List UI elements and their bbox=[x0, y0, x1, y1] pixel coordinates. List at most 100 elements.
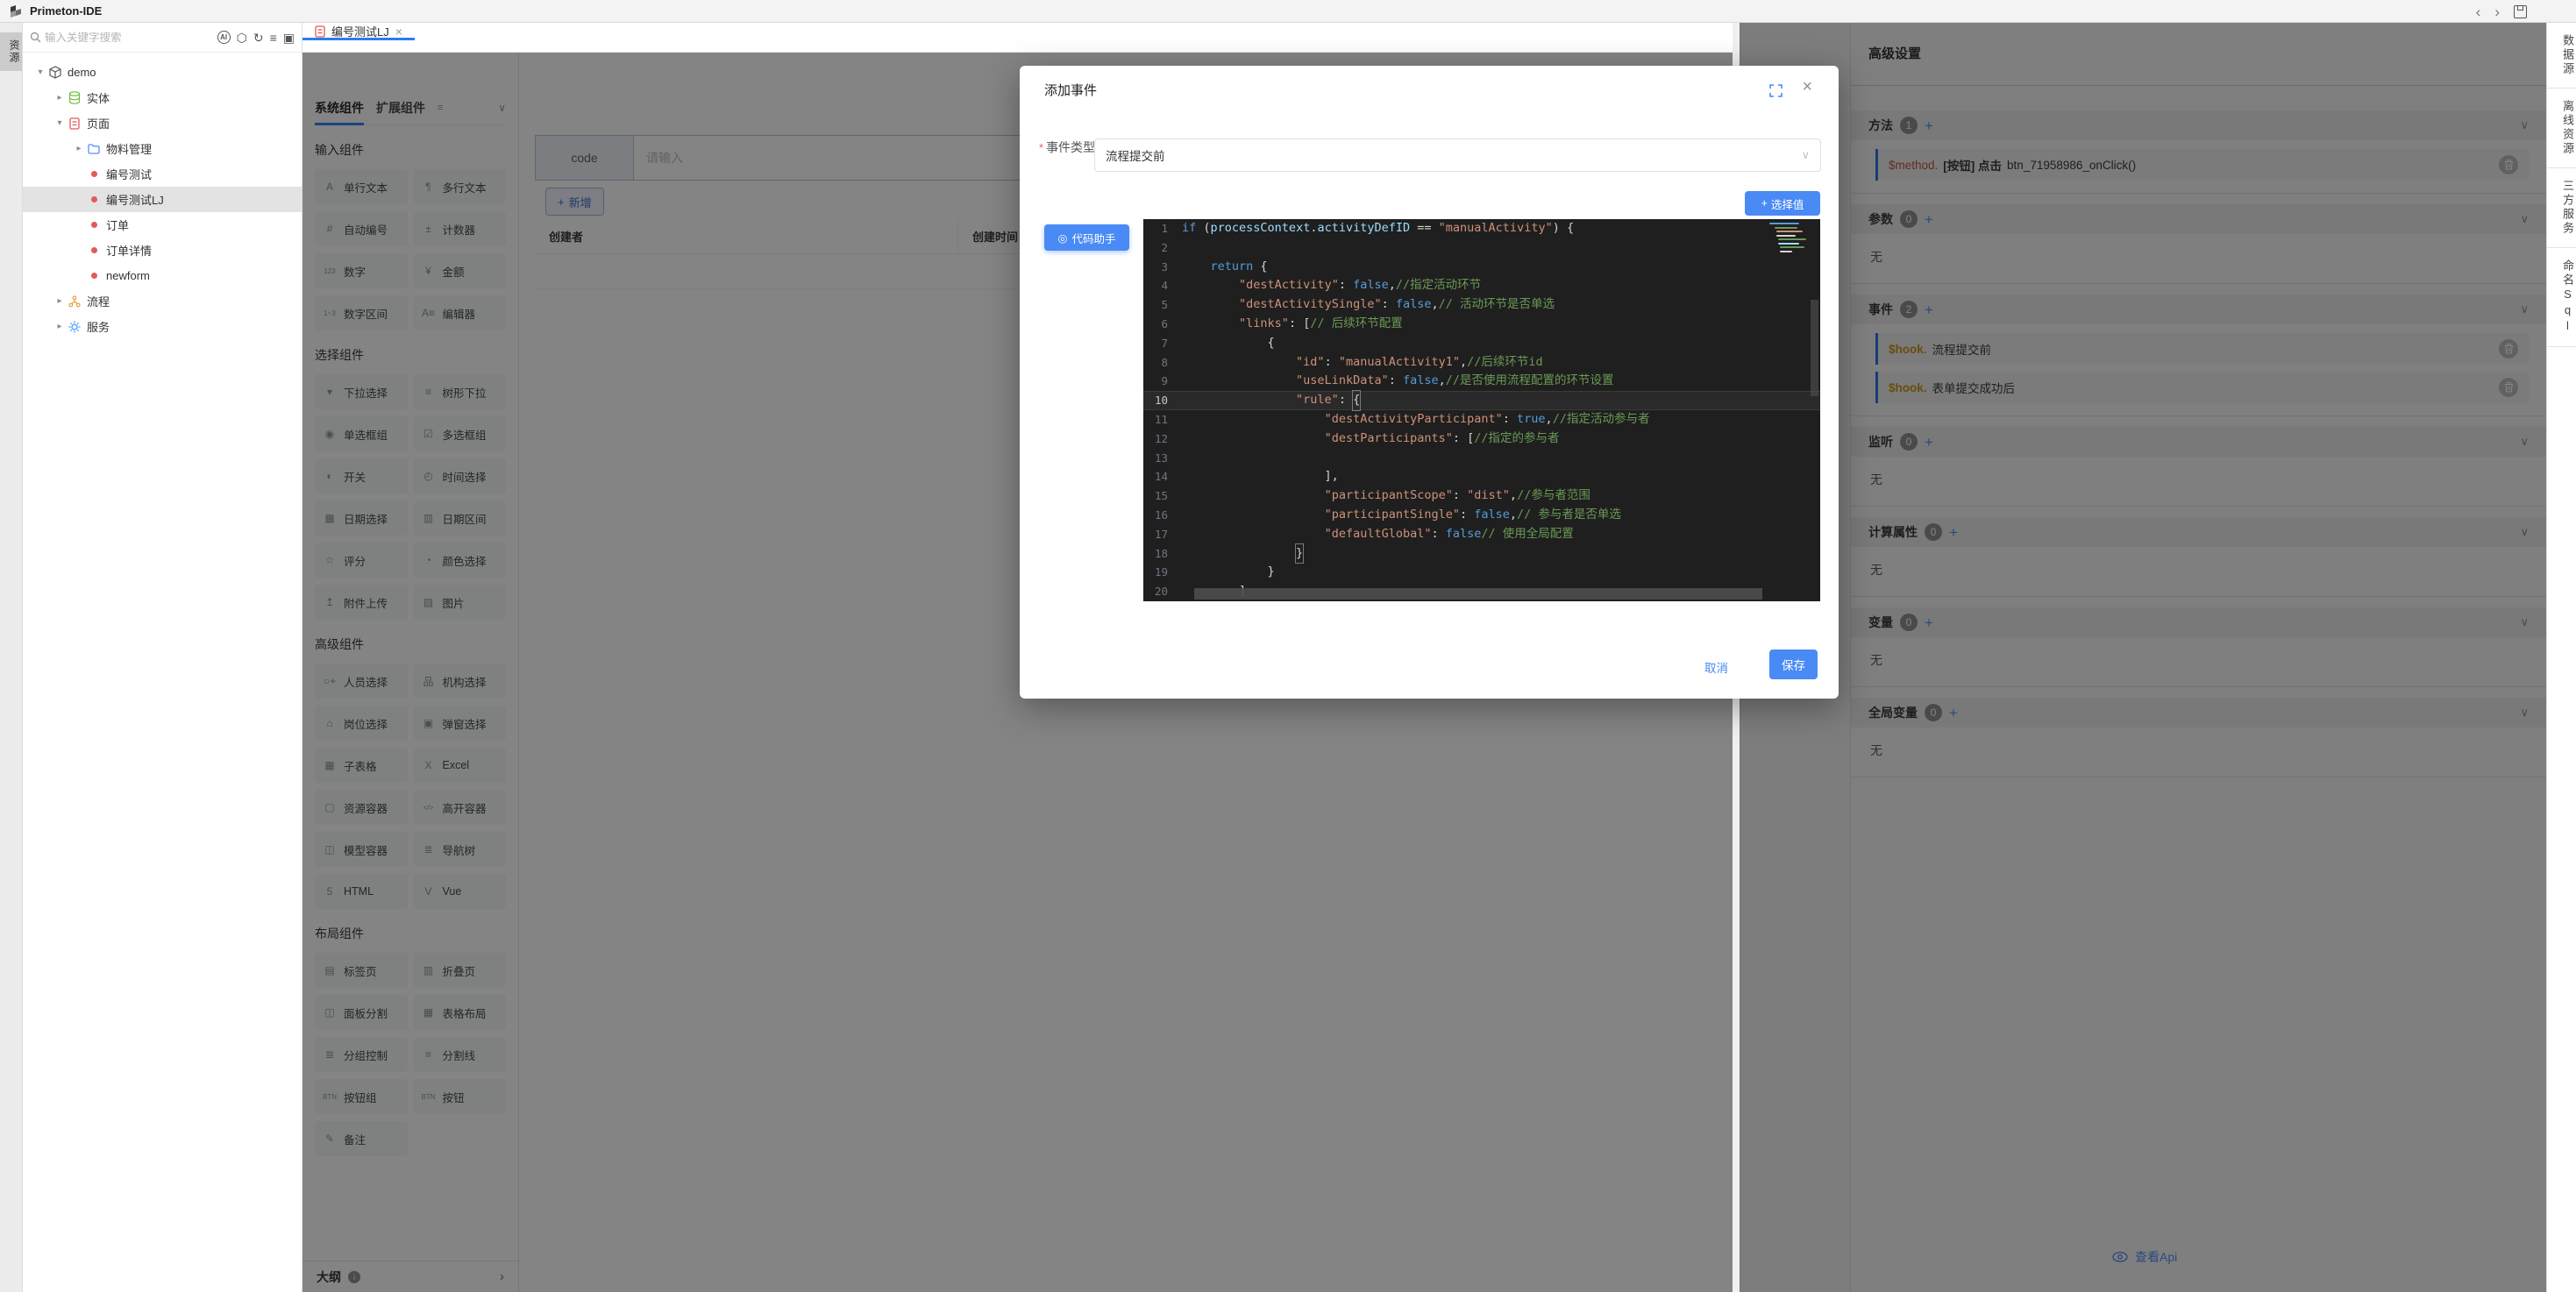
code-line[interactable]: 4 "destActivity": false,//指定活动环节 bbox=[1143, 276, 1820, 295]
code-line[interactable]: 11 "destActivityParticipant": true,//指定活… bbox=[1143, 410, 1820, 429]
close-icon[interactable]: × bbox=[1802, 77, 1812, 97]
code-token: "participantSingle" bbox=[1325, 506, 1460, 525]
line-number: 9 bbox=[1143, 372, 1182, 391]
code-token bbox=[1182, 391, 1296, 410]
code-token: . bbox=[1310, 219, 1317, 238]
code-line[interactable]: 3 return { bbox=[1143, 258, 1820, 277]
code-token: "useLinkData" bbox=[1296, 372, 1389, 391]
code-token: : bbox=[1453, 486, 1467, 506]
tree-item-label: 实体 bbox=[87, 89, 110, 106]
code-editor[interactable]: 1if (processContext.activityDefID == "ma… bbox=[1143, 219, 1820, 601]
code-token: ], bbox=[1182, 467, 1339, 486]
refresh-icon[interactable]: ↻ bbox=[253, 32, 264, 44]
sort-list-icon[interactable]: ≡ bbox=[270, 32, 277, 44]
modal-overlay-right bbox=[1740, 23, 2546, 1292]
tree-item-流程[interactable]: ▸流程 bbox=[23, 288, 302, 314]
code-token: : bbox=[1382, 295, 1396, 315]
collapse-arrow-icon[interactable]: ▸ bbox=[53, 322, 67, 331]
code-assistant-button[interactable]: ◎ 代码助手 bbox=[1044, 224, 1129, 251]
tree-search-input[interactable] bbox=[45, 32, 214, 44]
tree-item-实体[interactable]: ▸ 实体 bbox=[23, 85, 302, 110]
tree-item-订单[interactable]: 订单 bbox=[23, 212, 302, 238]
code-line[interactable]: 1if (processContext.activityDefID == "ma… bbox=[1143, 219, 1820, 238]
cancel-button[interactable]: 取消 bbox=[1699, 653, 1733, 681]
tree-item-编号测试[interactable]: 编号测试 bbox=[23, 161, 302, 187]
line-number: 18 bbox=[1143, 544, 1182, 564]
model-add-icon[interactable]: ⬡ bbox=[237, 32, 247, 44]
tree-item-物料管理[interactable]: ▸物料管理 bbox=[23, 136, 302, 161]
code-line[interactable]: 17 "defaultGlobal": false// 使用全局配置 bbox=[1143, 525, 1820, 544]
code-line[interactable]: 10 "rule": { bbox=[1143, 391, 1820, 410]
code-token: "destActivity" bbox=[1239, 276, 1339, 295]
collapse-arrow-icon[interactable]: ▸ bbox=[72, 144, 86, 153]
code-line[interactable]: 8 "id": "manualActivity1",//后续环节id bbox=[1143, 353, 1820, 373]
code-token: : bbox=[1325, 353, 1339, 373]
strip-tab-三方服务[interactable]: 三方服务 bbox=[2547, 168, 2576, 248]
code-line[interactable]: 19 } bbox=[1143, 563, 1820, 582]
line-number: 7 bbox=[1143, 334, 1182, 353]
code-line[interactable]: 14 ], bbox=[1143, 467, 1820, 486]
event-type-select[interactable]: 流程提交前 ∨ bbox=[1094, 138, 1821, 172]
code-line[interactable]: 9 "useLinkData": false,//是否使用流程配置的环节设置 bbox=[1143, 372, 1820, 391]
tab-close-icon[interactable]: × bbox=[395, 25, 402, 39]
line-number: 13 bbox=[1143, 449, 1182, 468]
expand-arrow-icon[interactable]: ▾ bbox=[53, 118, 67, 128]
code-token: : bbox=[1503, 410, 1517, 429]
add-event-modal: 添加事件 × * 事件类型 流程提交前 ∨ + 选择值 ◎ 代码助手 1if (… bbox=[1020, 66, 1839, 699]
code-token bbox=[1182, 486, 1325, 506]
code-token bbox=[1182, 544, 1296, 564]
code-line[interactable]: 12 "destParticipants": [//指定的参与者 bbox=[1143, 429, 1820, 449]
code-token: "defaultGlobal" bbox=[1325, 525, 1432, 544]
tree-item-订单详情[interactable]: 订单详情 bbox=[23, 238, 302, 263]
tree-item-编号测试LJ[interactable]: 编号测试LJ bbox=[23, 187, 302, 212]
code-line[interactable]: 6 "links": [// 后续环节配置 bbox=[1143, 315, 1820, 334]
expand-arrow-icon[interactable]: ▾ bbox=[33, 67, 47, 77]
editor-vertical-scrollbar[interactable] bbox=[1811, 300, 1818, 396]
line-number: 2 bbox=[1143, 238, 1182, 258]
code-token: , bbox=[1460, 353, 1467, 373]
code-line[interactable]: 18 } bbox=[1143, 544, 1820, 564]
strip-tab-命名Sql[interactable]: 命名Sql bbox=[2547, 248, 2576, 347]
line-number: 17 bbox=[1143, 525, 1182, 544]
strip-tab-resources[interactable]: 资源 bbox=[0, 32, 22, 71]
strip-tab-数据源[interactable]: 数据源 bbox=[2547, 23, 2576, 89]
code-line[interactable]: 5 "destActivitySingle": false,// 活动环节是否单… bbox=[1143, 295, 1820, 315]
code-token: : [ bbox=[1453, 429, 1474, 449]
tree-item-页面[interactable]: ▾页面 bbox=[23, 110, 302, 136]
code-line[interactable]: 7 { bbox=[1143, 334, 1820, 353]
save-button[interactable]: 保存 bbox=[1769, 650, 1818, 679]
collapse-arrow-icon[interactable]: ▸ bbox=[53, 296, 67, 306]
translate-icon[interactable]: ▣ bbox=[283, 32, 295, 44]
editor-horizontal-scrollbar[interactable] bbox=[1194, 588, 1762, 600]
nav-back-icon[interactable]: ‹ bbox=[2476, 4, 2481, 19]
code-token: , bbox=[1389, 276, 1396, 295]
tree-item-demo[interactable]: ▾demo bbox=[23, 60, 302, 85]
ai-assistant-icon[interactable]: AI bbox=[217, 31, 231, 44]
tree-item-label: 订单详情 bbox=[106, 242, 152, 259]
collapse-arrow-icon[interactable]: ▸ bbox=[53, 93, 67, 103]
code-line[interactable]: 15 "participantScope": "dist",//参与者范围 bbox=[1143, 486, 1820, 506]
code-line[interactable]: 13 bbox=[1143, 449, 1820, 468]
nav-forward-icon[interactable]: › bbox=[2494, 4, 2500, 19]
page-dot-icon bbox=[91, 222, 97, 228]
fullscreen-icon[interactable] bbox=[1769, 84, 1783, 97]
save-icon[interactable] bbox=[2514, 5, 2527, 18]
select-value-button[interactable]: + 选择值 bbox=[1745, 191, 1820, 216]
code-token: "dist" bbox=[1467, 486, 1510, 506]
tab-编号测试LJ[interactable]: 编号测试LJ× bbox=[302, 23, 415, 39]
strip-tab-离线资源[interactable]: 离线资源 bbox=[2547, 89, 2576, 168]
code-token: false bbox=[1396, 295, 1432, 315]
tree-item-newform[interactable]: newform bbox=[23, 263, 302, 288]
code-line[interactable]: 16 "participantSingle": false,// 参与者是否单选 bbox=[1143, 506, 1820, 525]
tree-item-label: 编号测试 bbox=[106, 166, 152, 182]
code-token bbox=[1182, 372, 1296, 391]
app-logo-icon bbox=[9, 4, 23, 18]
code-token bbox=[1182, 429, 1325, 449]
code-token: : bbox=[1389, 372, 1403, 391]
page-dot-icon bbox=[91, 273, 97, 279]
left-activity-strip: 资源 bbox=[0, 23, 23, 1292]
code-token: "rule" bbox=[1296, 391, 1339, 410]
dot-icon bbox=[86, 269, 102, 283]
tree-item-服务[interactable]: ▸服务 bbox=[23, 314, 302, 339]
code-line[interactable]: 2 bbox=[1143, 238, 1820, 258]
